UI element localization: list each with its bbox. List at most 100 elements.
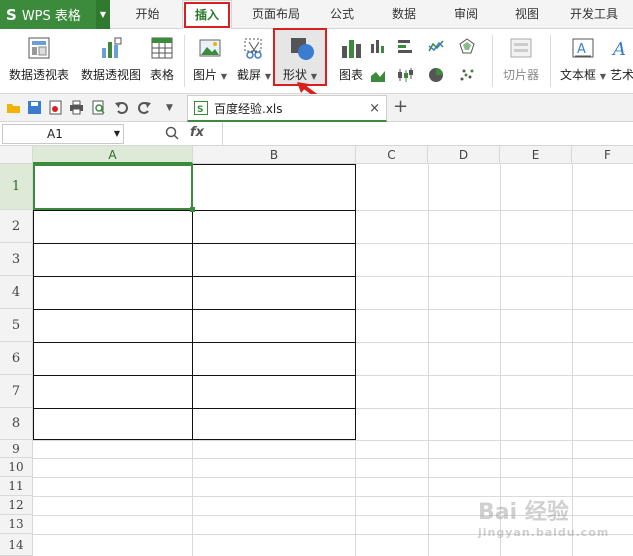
pivot-table-button[interactable]: 数据透视表 (6, 29, 72, 83)
screenshot-button[interactable]: 截屏 ▼ (234, 29, 274, 83)
slicer-icon (509, 36, 533, 60)
pivot-chart-button[interactable]: 数据透视图 (78, 29, 144, 83)
row-header[interactable]: 3 (0, 243, 33, 276)
active-cell-a1[interactable] (33, 164, 195, 212)
column-header-b[interactable]: B (193, 146, 356, 164)
name-box[interactable]: A1 ▼ (2, 124, 124, 144)
picture-label: 图片 ▼ (193, 68, 227, 82)
redo-icon[interactable] (137, 100, 152, 115)
customize-dropdown-icon[interactable]: ▼ (166, 103, 181, 118)
scatter-chart-icon[interactable] (459, 67, 475, 83)
shapes-icon (288, 36, 314, 60)
table-border (33, 375, 356, 376)
ribbon-divider (492, 35, 493, 87)
chart-label: 图表 (338, 68, 363, 82)
textbox-icon: A (571, 36, 595, 60)
table-border (33, 408, 356, 409)
textbox-button[interactable]: A 文本框 ▼ (556, 29, 610, 83)
svg-text:S: S (197, 105, 203, 114)
table-border (33, 309, 356, 310)
row-header[interactable]: 9 (0, 440, 33, 458)
screenshot-label: 截屏 ▼ (237, 68, 271, 82)
area-chart-icon[interactable] (370, 67, 386, 83)
baidu-watermark: Bai 经验 jingyan.baidu.com (478, 494, 609, 539)
export-pdf-icon[interactable] (48, 100, 63, 115)
save-icon[interactable] (27, 100, 42, 115)
art-text-button[interactable]: A 艺术 (610, 29, 633, 83)
chevron-down-icon[interactable]: ▼ (114, 125, 120, 143)
menu-tab-bar: S WPS 表格 ▼ 开始 插入 页面布局 公式 数据 审阅 视图 开发工具 (0, 0, 633, 30)
open-folder-icon[interactable] (6, 100, 21, 115)
formula-input[interactable] (222, 122, 633, 146)
app-menu-button[interactable]: S WPS 表格 ▼ (0, 0, 110, 29)
column-header-a[interactable]: A (33, 146, 193, 164)
pivot-table-icon (27, 36, 51, 60)
row-header[interactable]: 14 (0, 534, 33, 556)
column-chart-icon[interactable] (370, 38, 386, 54)
row-header[interactable]: 11 (0, 477, 33, 496)
row-header[interactable]: 1 (0, 164, 33, 210)
stock-chart-icon[interactable] (397, 67, 413, 83)
table-label: 表格 (149, 68, 174, 82)
column-header-d[interactable]: D (428, 146, 500, 164)
undo-icon[interactable] (114, 100, 129, 115)
gridline (428, 164, 429, 556)
line-chart-icon[interactable] (428, 38, 444, 54)
pivot-table-label: 数据透视表 (8, 68, 69, 82)
row-header[interactable]: 10 (0, 458, 33, 477)
pie-chart-icon[interactable] (428, 67, 444, 83)
radar-chart-icon[interactable] (459, 38, 475, 54)
row-header[interactable]: 13 (0, 515, 33, 534)
row-header[interactable]: 12 (0, 496, 33, 515)
bar-chart-icon[interactable] (397, 38, 413, 54)
table-border (33, 243, 356, 244)
row-header[interactable]: 4 (0, 276, 33, 309)
document-tab[interactable]: S 百度经验.xls × (187, 95, 387, 122)
slicer-label: 切片器 (502, 68, 539, 82)
picture-icon (198, 36, 222, 60)
table-icon (150, 36, 174, 60)
print-preview-icon[interactable] (91, 100, 106, 115)
app-title: WPS 表格 (21, 9, 81, 24)
svg-text:A: A (611, 39, 626, 60)
textbox-label: 文本框 ▼ (560, 68, 606, 82)
tab-view[interactable]: 视图 (503, 0, 551, 29)
tab-data[interactable]: 数据 (380, 0, 428, 29)
fill-handle[interactable] (190, 207, 195, 212)
chart-button[interactable]: 图表 (334, 29, 368, 83)
row-header[interactable]: 8 (0, 408, 33, 440)
close-tab-icon[interactable]: × (369, 101, 380, 116)
tab-page-layout[interactable]: 页面布局 (245, 0, 307, 29)
watermark-url: jingyan.baidu.com (478, 526, 610, 539)
tab-review[interactable]: 审阅 (442, 0, 490, 29)
row-header[interactable]: 6 (0, 342, 33, 375)
shapes-button[interactable]: 形状 ▼ (276, 29, 324, 83)
formula-bar: A1 ▼ fx (0, 122, 633, 146)
row-header[interactable]: 7 (0, 375, 33, 408)
row-header[interactable]: 5 (0, 309, 33, 342)
picture-button[interactable]: 图片 ▼ (190, 29, 230, 83)
table-border (33, 342, 356, 343)
row-header[interactable]: 2 (0, 210, 33, 243)
tab-home[interactable]: 开始 (120, 0, 175, 29)
watermark-text: Bai 经验 (478, 500, 569, 525)
gridline (33, 477, 633, 478)
tab-formulas[interactable]: 公式 (318, 0, 366, 29)
gridline (33, 458, 633, 459)
print-icon[interactable] (69, 100, 84, 115)
chart-icon (339, 36, 363, 60)
art-text-label: 艺术 (610, 68, 633, 82)
zoom-icon[interactable] (165, 126, 179, 140)
ribbon-divider (184, 35, 185, 87)
document-name: 百度经验.xls (214, 101, 283, 116)
tab-developer[interactable]: 开发工具 (563, 0, 625, 29)
chevron-down-icon[interactable]: ▼ (96, 0, 110, 29)
table-button[interactable]: 表格 (146, 29, 178, 83)
column-header-f[interactable]: F (572, 146, 633, 164)
new-tab-icon[interactable]: + (393, 96, 408, 117)
tab-insert[interactable]: 插入 (182, 0, 232, 30)
column-header-c[interactable]: C (356, 146, 428, 164)
select-all-corner[interactable] (0, 146, 33, 164)
column-header-e[interactable]: E (500, 146, 572, 164)
fx-icon[interactable]: fx (190, 125, 204, 140)
